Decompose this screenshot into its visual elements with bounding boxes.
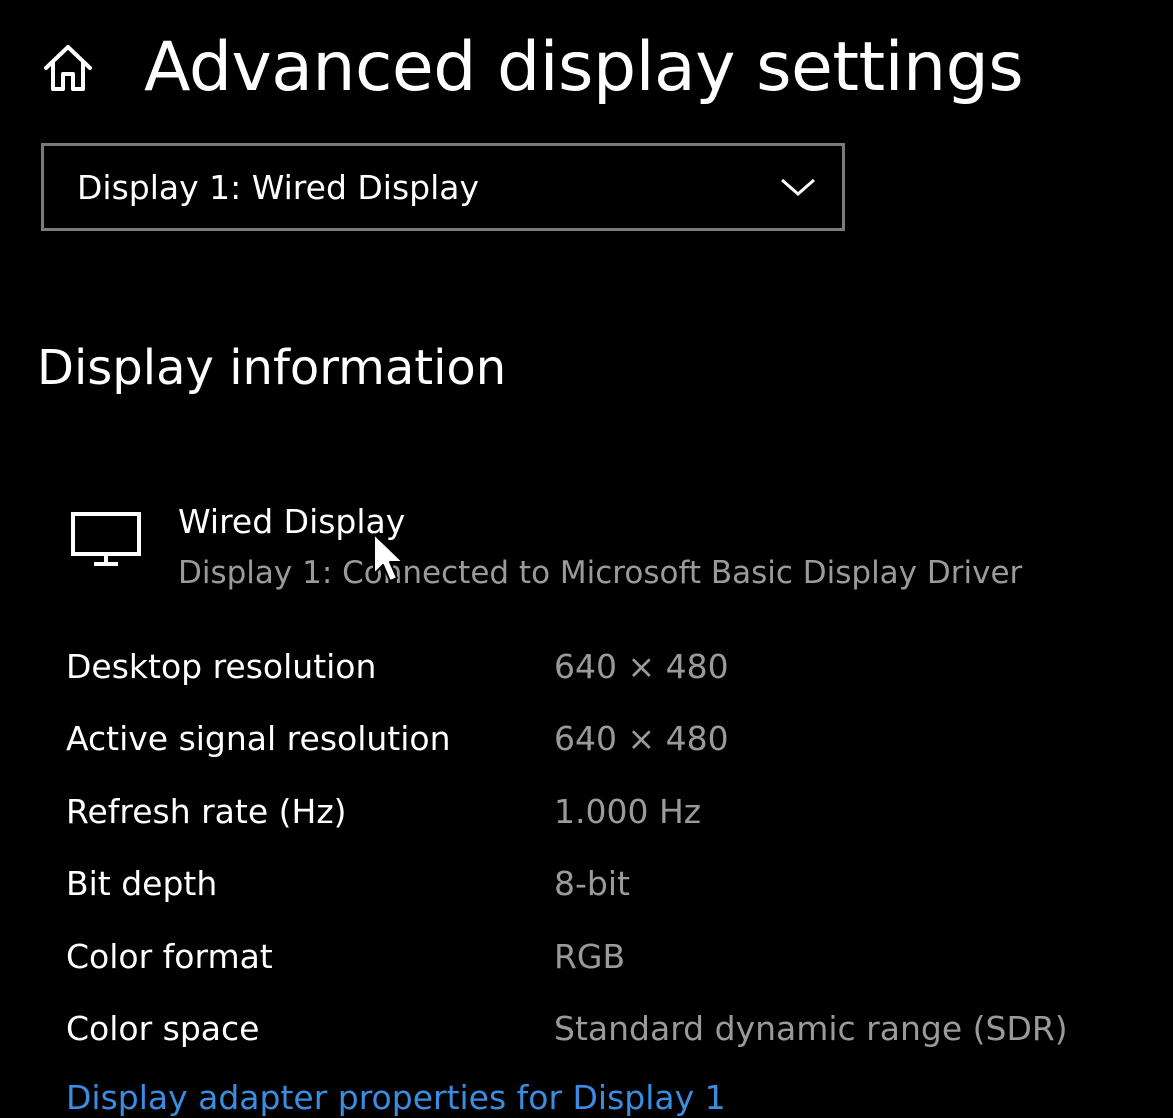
page-title: Advanced display settings xyxy=(144,28,1024,107)
info-value: 1.000 Hz xyxy=(554,791,702,831)
info-value: 8-bit xyxy=(554,864,630,904)
info-value: 640 × 480 xyxy=(554,719,729,759)
info-value: 640 × 480 xyxy=(554,646,729,686)
info-label: Active signal resolution xyxy=(66,719,451,759)
info-value: RGB xyxy=(554,936,626,976)
info-row-desktop-resolution: Desktop resolution 640 × 480 xyxy=(66,630,1068,703)
monitor-icon xyxy=(70,508,144,572)
info-label: Color space xyxy=(66,1009,260,1049)
display-select-dropdown[interactable]: Display 1: Wired Display xyxy=(41,143,845,231)
monitor-info: Wired Display Display 1: Connected to Mi… xyxy=(70,498,1022,600)
chevron-down-icon xyxy=(778,167,818,207)
display-select-value: Display 1: Wired Display xyxy=(77,167,480,207)
info-row-active-signal-resolution: Active signal resolution 640 × 480 xyxy=(66,703,1068,776)
info-row-bit-depth: Bit depth 8-bit xyxy=(66,848,1068,921)
info-row-refresh-rate: Refresh rate (Hz) 1.000 Hz xyxy=(66,775,1068,848)
info-value: Standard dynamic range (SDR) xyxy=(554,1009,1068,1049)
info-label: Desktop resolution xyxy=(66,646,377,686)
info-label: Bit depth xyxy=(66,864,218,904)
monitor-text: Wired Display Display 1: Connected to Mi… xyxy=(178,498,1022,600)
info-row-color-format: Color format RGB xyxy=(66,920,1068,993)
info-label: Refresh rate (Hz) xyxy=(66,791,347,831)
section-title: Display information xyxy=(37,340,507,396)
display-info-table: Desktop resolution 640 × 480 Active sign… xyxy=(66,630,1068,1065)
monitor-name: Wired Display xyxy=(178,502,406,541)
page-header: Advanced display settings xyxy=(40,26,1024,110)
display-adapter-properties-link[interactable]: Display adapter properties for Display 1 xyxy=(66,1072,726,1118)
info-row-color-space: Color space Standard dynamic range (SDR) xyxy=(66,993,1068,1066)
home-icon[interactable] xyxy=(40,40,96,96)
monitor-description: Display 1: Connected to Microsoft Basic … xyxy=(178,555,1023,591)
info-label: Color format xyxy=(66,936,273,976)
